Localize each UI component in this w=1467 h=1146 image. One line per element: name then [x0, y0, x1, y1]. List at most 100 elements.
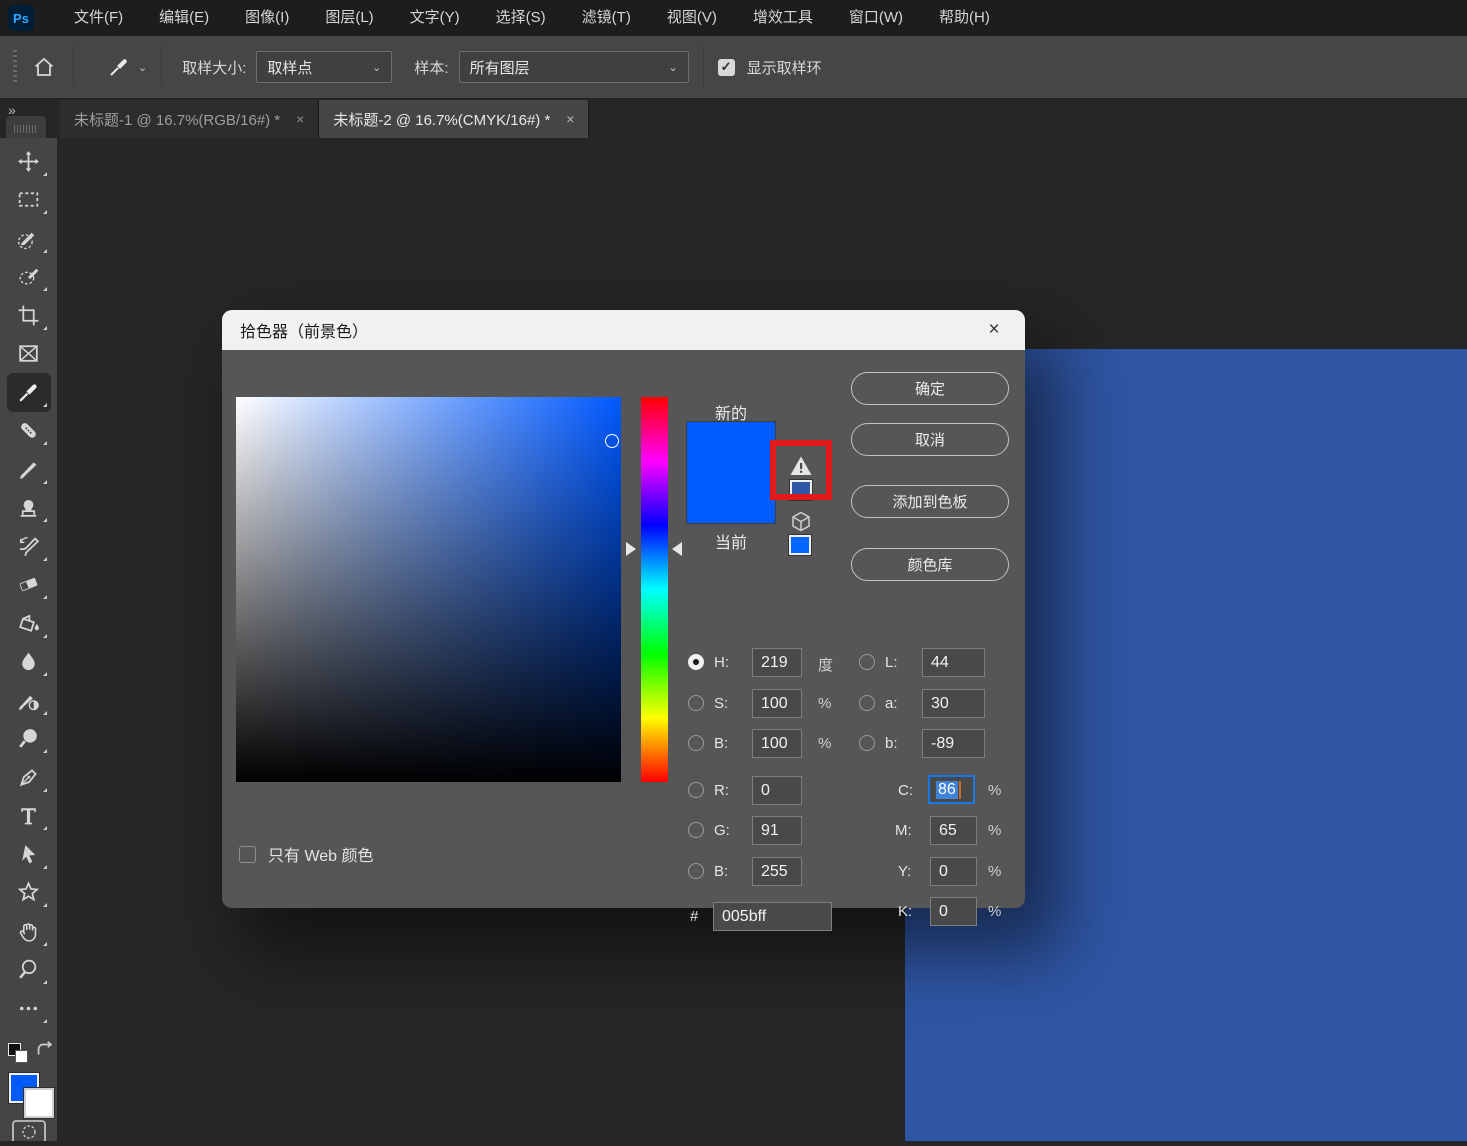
close-icon[interactable]: ×	[566, 111, 574, 127]
k-input[interactable]	[930, 897, 977, 926]
crop-tool[interactable]	[7, 296, 51, 335]
selection-brush-tool[interactable]	[7, 219, 51, 258]
a-input[interactable]	[922, 689, 985, 718]
healing-brush-tool[interactable]	[7, 412, 51, 451]
selbrush-icon	[16, 226, 41, 251]
menu-item[interactable]: 窗口(W)	[831, 0, 921, 36]
dialog-close-button[interactable]: ×	[973, 310, 1015, 350]
c-label: C:	[898, 782, 913, 799]
dialog-titlebar[interactable]: 拾色器（前景色） ×	[222, 310, 1025, 350]
menu-item[interactable]: 帮助(H)	[921, 0, 1008, 36]
hue-slider-left-arrow[interactable]	[626, 542, 636, 556]
pen-tool[interactable]	[7, 758, 51, 797]
radio-b3[interactable]	[688, 863, 704, 879]
b3-input[interactable]	[752, 857, 802, 886]
radio-a[interactable]	[859, 695, 875, 711]
y-unit: %	[988, 863, 1001, 880]
swap-colors-button[interactable]	[34, 1039, 56, 1061]
menu-item[interactable]: 编辑(E)	[141, 0, 227, 36]
radio-l[interactable]	[859, 654, 875, 670]
radio-b2[interactable]	[859, 735, 875, 751]
color-field-marker[interactable]	[605, 434, 619, 448]
move-tool[interactable]	[7, 142, 51, 181]
hex-label: #	[690, 908, 698, 925]
menu-item[interactable]: 文字(Y)	[392, 0, 478, 36]
dropper-icon	[16, 380, 41, 405]
home-button[interactable]	[29, 52, 59, 82]
adjustment-brush-tool[interactable]	[7, 681, 51, 720]
close-icon[interactable]: ×	[296, 111, 304, 127]
default-colors-button[interactable]	[8, 1043, 28, 1063]
tab-untitled-2[interactable]: 未标题-2 @ 16.7%(CMYK/16#) * ×	[319, 100, 589, 138]
radio-s[interactable]	[688, 695, 704, 711]
c-selected-text: 86	[936, 781, 958, 799]
gradient-tool[interactable]	[7, 604, 51, 643]
color-libraries-button[interactable]: 颜色库	[851, 548, 1009, 581]
hand-tool[interactable]	[7, 912, 51, 951]
hex-input[interactable]	[713, 902, 832, 931]
web-colors-only-checkbox[interactable]	[239, 846, 256, 863]
sample-layers-dropdown[interactable]: 所有图层 ⌄	[459, 51, 689, 83]
show-sampling-ring-checkbox[interactable]: ✓	[718, 59, 735, 76]
type-tool[interactable]	[7, 797, 51, 836]
current-color-swatch[interactable]	[687, 473, 775, 524]
menu-item[interactable]: 增效工具	[735, 0, 831, 36]
radio-b[interactable]	[688, 735, 704, 751]
l-input[interactable]	[922, 648, 985, 677]
color-preview	[686, 421, 776, 524]
background-color-swatch[interactable]	[24, 1088, 54, 1118]
menu-item[interactable]: 选择(S)	[478, 0, 564, 36]
menu-item[interactable]: 文件(F)	[56, 0, 141, 36]
lasso-tool[interactable]	[7, 258, 51, 297]
zoom-tool[interactable]	[7, 951, 51, 990]
marquee-tool[interactable]	[7, 181, 51, 220]
h-input[interactable]	[752, 648, 802, 677]
m-unit: %	[988, 822, 1001, 839]
toolbar-grip[interactable]	[6, 116, 46, 138]
history-brush-tool[interactable]	[7, 527, 51, 566]
blur-tool[interactable]	[7, 643, 51, 682]
add-to-swatches-button[interactable]: 添加到色板	[851, 485, 1009, 518]
chevron-down-icon: ⌄	[138, 61, 147, 74]
menu-item[interactable]: 滤镜(T)	[564, 0, 649, 36]
hue-slider[interactable]	[641, 397, 668, 782]
g-input[interactable]	[752, 816, 802, 845]
radio-r[interactable]	[688, 782, 704, 798]
menu-item[interactable]: 视图(V)	[649, 0, 735, 36]
path-selection-tool[interactable]	[7, 835, 51, 874]
saturation-brightness-field[interactable]	[236, 397, 621, 782]
frame-tool[interactable]	[7, 335, 51, 374]
eyedropper-tool[interactable]	[7, 373, 51, 412]
sample-size-value: 取样点	[267, 57, 312, 78]
web-safe-color-swatch[interactable]	[789, 535, 811, 555]
menu-item[interactable]: 图层(L)	[307, 0, 391, 36]
sample-size-dropdown[interactable]: 取样点 ⌄	[256, 51, 392, 83]
clone-stamp-tool[interactable]	[7, 489, 51, 528]
radio-g[interactable]	[688, 822, 704, 838]
home-icon	[32, 55, 56, 79]
tool-preset-picker[interactable]: ⌄	[104, 52, 147, 82]
radio-h[interactable]	[688, 654, 704, 670]
b-input[interactable]	[752, 729, 802, 758]
menu-item[interactable]: 图像(I)	[227, 0, 307, 36]
b2-input[interactable]	[922, 729, 985, 758]
hue-slider-right-arrow[interactable]	[672, 542, 682, 556]
blur-icon	[16, 649, 41, 674]
quick-mask-button[interactable]	[11, 1119, 47, 1141]
shape-tool[interactable]	[7, 874, 51, 913]
r-input[interactable]	[752, 776, 802, 805]
quick-mask-icon	[11, 1119, 47, 1141]
c-input[interactable]: 86	[928, 775, 975, 804]
m-input[interactable]	[930, 816, 977, 845]
ok-button[interactable]: 确定	[851, 372, 1009, 405]
brush-tool[interactable]	[7, 450, 51, 489]
edit-toolbar-button[interactable]	[7, 989, 51, 1028]
cancel-button[interactable]: 取消	[851, 423, 1009, 456]
stamp-icon	[16, 495, 41, 520]
eraser-tool[interactable]	[7, 566, 51, 605]
dodge-tool[interactable]	[7, 720, 51, 759]
web-safe-cube-button[interactable]	[789, 510, 813, 534]
y-input[interactable]	[930, 857, 977, 886]
s-input[interactable]	[752, 689, 802, 718]
tab-untitled-1[interactable]: 未标题-1 @ 16.7%(RGB/16#) * ×	[60, 100, 319, 138]
